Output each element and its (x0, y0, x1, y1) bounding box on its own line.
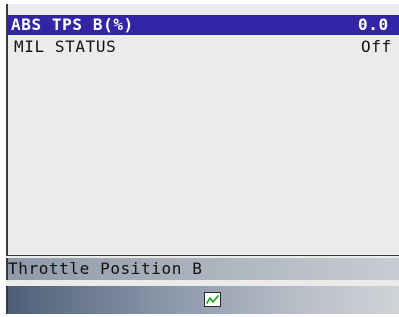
pid-row-abs-tps-b[interactable]: ABS TPS B(%) 0.0 (8, 15, 399, 35)
pid-description-bar: Throttle Position B (6, 258, 399, 280)
pid-label: MIL STATUS (14, 37, 117, 56)
pid-label: ABS TPS B(%) (11, 15, 134, 34)
graph-line-icon (206, 295, 219, 304)
pid-description-text: Throttle Position B (8, 259, 203, 278)
pid-value: 0.0 (358, 15, 389, 34)
pid-row-mil-status[interactable]: MIL STATUS Off (11, 37, 399, 57)
pid-value: Off (361, 37, 392, 56)
function-toolbar (6, 286, 399, 314)
pid-data-list[interactable]: ABS TPS B(%) 0.0 MIL STATUS Off (6, 4, 399, 256)
graph-view-button[interactable] (204, 292, 221, 307)
scan-tool-screen: ABS TPS B(%) 0.0 MIL STATUS Off Throttle… (6, 4, 399, 314)
